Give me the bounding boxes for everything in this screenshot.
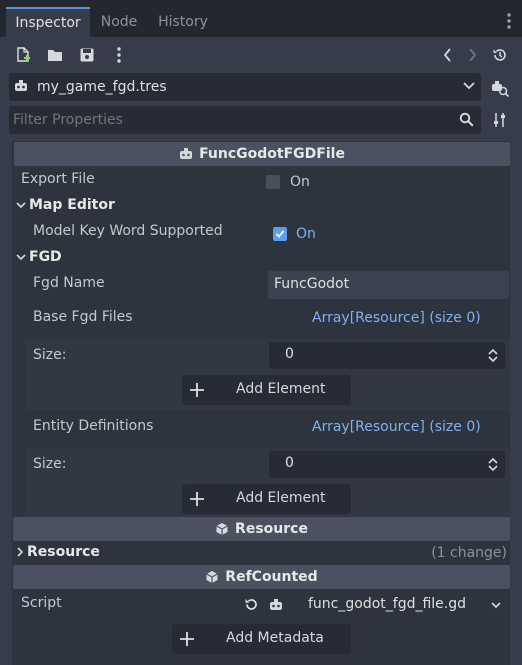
fgd-name-value: FuncGodot <box>274 276 350 292</box>
add-icon <box>180 632 194 646</box>
base-fgd-files-label: Base Fgd Files <box>33 309 133 325</box>
property-settings-icon[interactable] <box>488 108 512 132</box>
add-metadata-button[interactable]: Add Metadata <box>172 624 351 654</box>
section-fgd-label: FGD <box>29 249 62 265</box>
resource-type-icon <box>14 79 28 93</box>
revert-icon[interactable] <box>244 597 259 612</box>
add-metadata-label: Add Metadata <box>226 630 324 646</box>
section-resource[interactable]: Resource <box>16 544 100 560</box>
base-fgd-files-size-spinbox[interactable]: 0 <box>269 342 505 369</box>
fgd-name-label: Fgd Name <box>33 275 105 291</box>
tab-inspector[interactable]: Inspector <box>6 7 90 37</box>
refcounted-icon <box>205 570 219 584</box>
model-key-word-label: Model Key Word Supported <box>33 223 223 239</box>
add-icon <box>190 383 204 397</box>
refcounted-category-header: RefCounted <box>13 565 510 589</box>
entity-definitions-label: Entity Definitions <box>33 418 154 434</box>
section-map-editor-label: Map Editor <box>29 197 115 213</box>
export-file-label: Export File <box>21 171 95 187</box>
tab-history[interactable]: History <box>150 7 216 37</box>
object-history-icon[interactable] <box>488 43 512 67</box>
resource-icon <box>215 522 229 536</box>
search-icon <box>459 112 474 127</box>
filter-properties-input[interactable] <box>13 108 453 132</box>
entity-definitions-add-element-button[interactable]: Add Element <box>182 484 351 514</box>
script-label: Script <box>21 595 62 611</box>
chevron-down-icon <box>16 201 26 209</box>
chevron-down-icon[interactable] <box>491 601 501 609</box>
base-fgd-files-add-element-button[interactable]: Add Element <box>182 375 351 405</box>
export-file-value: On <box>290 174 310 190</box>
section-fgd[interactable]: FGD <box>16 249 62 265</box>
chevron-right-icon <box>16 547 24 557</box>
script-resource-icon <box>269 598 283 612</box>
new-resource-icon[interactable] <box>11 43 35 67</box>
entity-definitions-array-button[interactable]: Array[Resource] (size 0) <box>312 419 481 435</box>
add-icon <box>190 492 204 506</box>
section-map-editor[interactable]: Map Editor <box>16 197 115 213</box>
checkmark-icon <box>273 227 287 241</box>
dock-menu-icon[interactable] <box>499 10 519 32</box>
fgd-name-field[interactable]: FuncGodot <box>268 271 509 299</box>
class-header-label: FuncGodotFGDFile <box>199 146 345 162</box>
save-icon[interactable] <box>75 43 99 67</box>
model-key-word-value: On <box>296 226 316 242</box>
chevron-down-icon <box>16 253 26 261</box>
entity-definitions-size-value: 0 <box>285 455 294 471</box>
add-element-label: Add Element <box>236 381 326 397</box>
section-resource-label: Resource <box>27 544 100 560</box>
more-options-icon[interactable] <box>107 43 131 67</box>
spin-arrows-icon[interactable] <box>487 348 499 363</box>
resource-category-label: Resource <box>235 521 308 537</box>
model-key-word-checkbox[interactable]: On <box>273 226 316 242</box>
resource-selector-label: my_game_fgd.tres <box>37 79 167 95</box>
checkbox-unchecked-icon <box>266 175 280 189</box>
resource-changes-count: (1 change) <box>431 545 507 561</box>
entity-definitions-size-spinbox[interactable]: 0 <box>269 451 505 478</box>
base-fgd-files-size-label: Size: <box>33 347 67 363</box>
tab-node[interactable]: Node <box>92 7 146 37</box>
history-back-icon[interactable] <box>436 43 460 67</box>
history-forward-icon[interactable] <box>460 43 484 67</box>
base-fgd-files-array-button[interactable]: Array[Resource] (size 0) <box>312 310 481 326</box>
base-fgd-files-size-value: 0 <box>285 346 294 362</box>
resource-class-icon <box>179 147 193 161</box>
spin-arrows-icon[interactable] <box>487 457 499 472</box>
class-header: FuncGodotFGDFile <box>14 142 510 166</box>
chevron-down-icon[interactable] <box>463 81 475 91</box>
resource-docs-icon[interactable] <box>488 76 512 100</box>
refcounted-category-label: RefCounted <box>225 569 318 585</box>
script-value[interactable]: func_godot_fgd_file.gd <box>308 596 466 612</box>
export-file-checkbox[interactable]: On <box>266 174 310 190</box>
open-folder-icon[interactable] <box>43 43 67 67</box>
resource-category-header: Resource <box>13 517 510 541</box>
add-element-label: Add Element <box>236 490 326 506</box>
entity-definitions-size-label: Size: <box>33 456 67 472</box>
